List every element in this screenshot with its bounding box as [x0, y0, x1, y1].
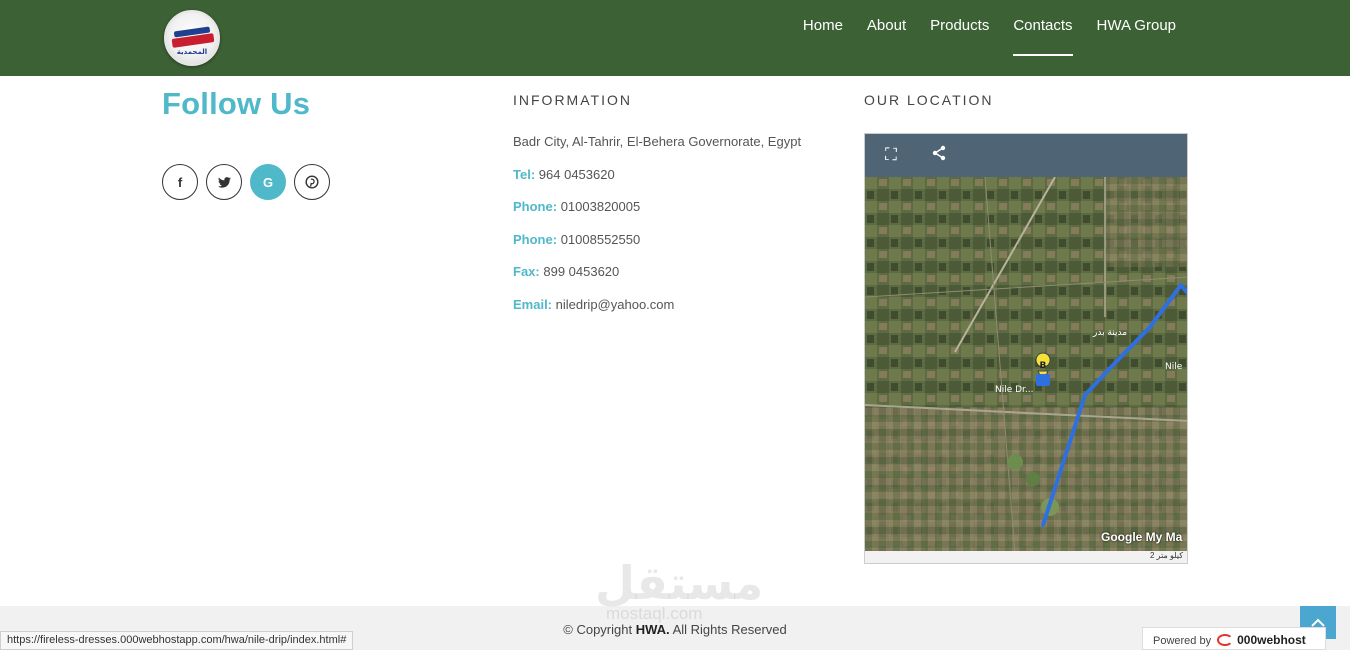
nav-products[interactable]: Products [930, 0, 989, 76]
tel-value: 964 0453620 [538, 166, 615, 182]
address-line: Badr City, Al-Tahrir, El-Behera Governor… [513, 134, 833, 167]
phone-line-1: Phone: 01003820005 [513, 199, 833, 232]
svg-text:Nile: Nile [1165, 362, 1183, 372]
svg-text:مدينة بدر: مدينة بدر [1092, 328, 1127, 338]
webhost-logo-icon [1217, 634, 1234, 646]
fax-line: Fax: 899 0453620 [513, 264, 833, 297]
phone-value: 01008552550 [560, 231, 641, 247]
tel-label: Tel: [513, 166, 536, 182]
social-links: f G [162, 164, 338, 200]
browser-status-url: https://fireless-dresses.000webhostapp.c… [0, 631, 354, 650]
fullscreen-icon[interactable]: ⛶ [885, 145, 897, 165]
place-label: Nile Dr... [995, 385, 1034, 395]
copyright-brand: HWA. [635, 622, 670, 637]
main-nav: Home About Products Contacts HWA Group [779, 0, 1176, 76]
nav-home[interactable]: Home [803, 0, 843, 76]
location-map[interactable]: ⛶ مدينة بدر Nile Nile Dr... B Google My … [864, 133, 1188, 564]
site-logo[interactable]: المحمدية [164, 10, 220, 66]
email-link[interactable]: niledrip@yahoo.com [556, 297, 675, 312]
address-value: Badr City, Al-Tahrir, El-Behera Governor… [513, 134, 802, 149]
fax-value: 899 0453620 [543, 264, 620, 279]
mostaql-watermark-sub: mostaql.com [606, 604, 703, 623]
logo-text: المحمدية [176, 48, 208, 56]
location-title: OUR LOCATION [864, 92, 994, 108]
information-title: INFORMATION [513, 92, 632, 108]
contact-information: Badr City, Al-Tahrir, El-Behera Governor… [513, 134, 833, 329]
mostaql-watermark: مستقل [595, 556, 764, 610]
copyright-prefix: © Copyright [563, 622, 633, 637]
google-icon[interactable]: G [250, 164, 286, 200]
map-scale-bar: 2 كيلو متر [865, 551, 1187, 563]
fax-label: Fax: [513, 264, 540, 279]
powered-by-badge[interactable]: Powered by 000webhost [1142, 627, 1326, 650]
phone-label: Phone: [513, 199, 558, 214]
nav-contacts[interactable]: Contacts [1013, 0, 1073, 76]
share-icon[interactable] [931, 145, 947, 166]
powered-by-label: Powered by [1153, 635, 1212, 647]
email-line: Email: niledrip@yahoo.com [513, 297, 833, 330]
phone-label: Phone: [513, 231, 558, 247]
nav-hwa-group[interactable]: HWA Group [1097, 0, 1176, 76]
tel-line: Tel: 964 0453620 [513, 167, 833, 200]
phone-line-2: Phone: 01008552550 [513, 232, 833, 265]
follow-us-title: Follow Us [162, 86, 311, 121]
powered-by-brand: 000webhost [1237, 633, 1306, 647]
twitter-icon[interactable] [206, 164, 242, 200]
copyright-suffix: All Rights Reserved [672, 622, 787, 637]
facebook-icon[interactable]: f [162, 164, 198, 200]
google-logo: Google My Ma [1101, 530, 1183, 544]
email-label: Email: [513, 296, 553, 312]
map-toolbar: ⛶ [865, 134, 1187, 177]
map-marker-label: B [1040, 361, 1047, 371]
phone-value: 01003820005 [560, 199, 641, 214]
site-header: المحمدية Home About Products Contacts HW… [0, 0, 1350, 76]
pinterest-icon[interactable] [294, 164, 330, 200]
nav-about[interactable]: About [867, 0, 906, 76]
satellite-map-image: مدينة بدر Nile Nile Dr... B [865, 177, 1187, 553]
